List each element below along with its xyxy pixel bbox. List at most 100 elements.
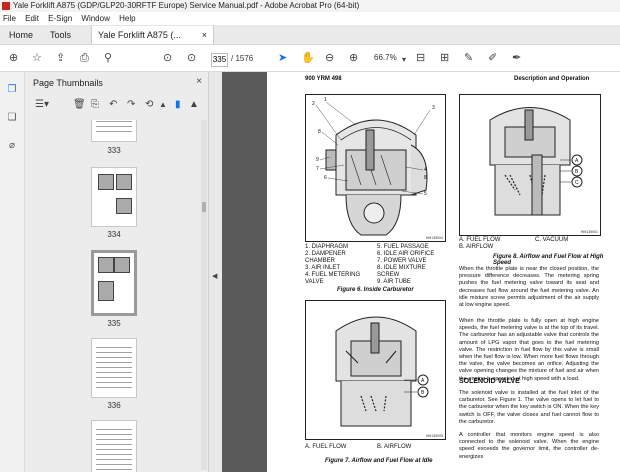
- fit-page-icon[interactable]: ⊟: [416, 51, 425, 65]
- figure-6-carburetor: 2 1 3 8 9 7 6 4 5 8 HM135004: [305, 94, 446, 242]
- page-header-right: Description and Operation: [514, 76, 590, 82]
- bookmarks-icon[interactable]: ❏: [6, 112, 18, 124]
- thumbnail-page-selected[interactable]: [91, 250, 137, 316]
- thumbnail-figure: [116, 198, 132, 214]
- zoom-level[interactable]: 66.7%: [374, 53, 397, 62]
- menu-file[interactable]: File: [3, 14, 16, 23]
- svg-text:7: 7: [316, 166, 319, 172]
- print-icon[interactable]: ⎙: [80, 51, 89, 65]
- menu-window[interactable]: Window: [81, 14, 109, 23]
- legend-item: 4. FUEL METERING: [305, 272, 361, 278]
- legend-item: 5. FUEL PASSAGE: [377, 244, 429, 250]
- thumbnails-panel: Page Thumbnails × ☰▾ 🗑 ⎘ ↶ ↷ ⟲ ▲ ▮ ▲ 333…: [25, 72, 208, 472]
- hand-tool-icon[interactable]: ✋: [301, 51, 315, 65]
- search-icon[interactable]: ⚲: [104, 51, 112, 65]
- svg-text:6: 6: [324, 175, 327, 181]
- share-icon[interactable]: ⇪: [56, 51, 65, 65]
- redo-icon[interactable]: ↷: [127, 98, 135, 112]
- document-view: 900 YRM 498 Description and Operation 2 1…: [222, 72, 620, 472]
- zoom-small-icon[interactable]: ▲: [159, 98, 167, 112]
- legend-item: CHAMBER: [305, 258, 336, 264]
- thumbnail-page[interactable]: [91, 167, 137, 227]
- page-number-input[interactable]: 335: [211, 53, 228, 67]
- figure-6-id: HM135004: [425, 236, 443, 240]
- thumbnail-content: [96, 345, 132, 391]
- comment-icon[interactable]: ✎: [464, 51, 473, 65]
- svg-text:8: 8: [318, 129, 321, 135]
- figure-7-legend-b: B. AIRFLOW: [377, 444, 412, 450]
- legend-item: A. FUEL FLOW: [459, 237, 501, 243]
- paragraph-3: The solenoid valve is installed at the f…: [459, 390, 599, 425]
- thumbnail-scrollbar[interactable]: [201, 120, 207, 470]
- zoom-large-icon[interactable]: ▲: [189, 98, 199, 112]
- page-thumbnails-icon[interactable]: ❐: [6, 84, 18, 96]
- toolbar: ⊕ ☆ ⇪ ⎙ ⚲ ⊙ ⊙ 335 / 1576 ➤ ✋ ⊖ ⊕ 66.7% ▾…: [0, 45, 620, 72]
- bookmark-star-icon[interactable]: ☆: [32, 51, 42, 65]
- legend-item: C. VACUUM: [535, 237, 569, 243]
- panel-splitter[interactable]: ◀: [208, 72, 223, 472]
- thumbnail-figure: [116, 174, 132, 190]
- thumbnail-page[interactable]: [91, 338, 137, 398]
- legend-item: 7. POWER VALVE: [377, 258, 427, 264]
- svg-text:4: 4: [424, 167, 427, 173]
- thumbnail-figure: [98, 281, 114, 301]
- tab-tools[interactable]: Tools: [50, 26, 71, 44]
- panel-close-icon[interactable]: ×: [196, 76, 202, 87]
- scroll-mode-icon[interactable]: ⊞: [440, 51, 449, 65]
- thumbnail-options-icon[interactable]: ☰▾: [35, 98, 49, 112]
- figure-8-legend-left: A. FUEL FLOW B. AIRFLOW: [459, 237, 529, 251]
- figure-6-legend-right: 5. FUEL PASSAGE 6. IDLE AIR ORIFICE 7. P…: [377, 244, 447, 286]
- window-title: Yale Forklift A875 (GDP/GLP20-30RFTF Eur…: [13, 1, 360, 10]
- tab-document[interactable]: Yale Forklift A875 (... ×: [91, 26, 214, 44]
- collapse-panel-icon[interactable]: ◀: [212, 272, 217, 280]
- acrobat-app-icon: [2, 2, 10, 10]
- figure-8-id: HM135001: [580, 230, 598, 234]
- create-icon[interactable]: ⊕: [9, 51, 18, 65]
- scrollbar-thumb[interactable]: [202, 202, 206, 212]
- menu-edit[interactable]: Edit: [25, 14, 39, 23]
- page-header-left: 900 YRM 498: [305, 76, 342, 82]
- figure-7-caption: Figure 7. Airflow and Fuel Flow at Idle: [325, 458, 433, 464]
- panel-title: Page Thumbnails: [33, 78, 103, 88]
- undo-icon[interactable]: ↶: [109, 98, 117, 112]
- figure-8-legend-right: C. VACUUM: [535, 237, 595, 244]
- zoom-out-icon[interactable]: ⊖: [325, 51, 334, 65]
- figure-7-id: HM135005: [425, 434, 443, 438]
- thumbnail-figure: [98, 174, 114, 190]
- figure-7-legend-a: A. FUEL FLOW: [305, 444, 347, 450]
- menu-esign[interactable]: E-Sign: [48, 14, 72, 23]
- delete-page-icon[interactable]: 🗑: [73, 98, 86, 112]
- previous-page-icon[interactable]: ⊙: [163, 51, 172, 65]
- thumbnail-page[interactable]: [91, 120, 137, 142]
- tab-bar: Home Tools Yale Forklift A875 (... ×: [0, 26, 620, 45]
- zoom-slider-icon[interactable]: ▮: [175, 98, 181, 112]
- sign-icon[interactable]: ✒: [512, 51, 521, 65]
- rotate-icon[interactable]: ⟲: [145, 98, 153, 112]
- tab-document-label: Yale Forklift A875 (...: [98, 30, 181, 40]
- highlight-icon[interactable]: ✐: [488, 51, 497, 65]
- pdf-page: 900 YRM 498 Description and Operation 2 1…: [267, 72, 620, 472]
- next-page-icon[interactable]: ⊙: [187, 51, 196, 65]
- paragraph-1: When the throttle plate is near the clos…: [459, 266, 599, 309]
- zoom-in-icon[interactable]: ⊕: [349, 51, 358, 65]
- high-speed-flow-drawing: A B C: [460, 95, 600, 235]
- thumbnail-figure: [98, 257, 114, 273]
- attachments-icon[interactable]: ⌀: [6, 140, 18, 152]
- page-total: / 1576: [231, 54, 254, 63]
- thumbnail-content: [96, 120, 132, 135]
- left-rail: ❐ ❏ ⌀: [0, 72, 25, 472]
- title-bar: Yale Forklift A875 (GDP/GLP20-30RFTF Eur…: [0, 0, 620, 12]
- thumbnail-page[interactable]: [91, 420, 137, 472]
- thumbnail-content: [96, 427, 132, 472]
- menu-help[interactable]: Help: [119, 14, 135, 23]
- idle-flow-drawing: A B: [306, 301, 445, 439]
- thumbnail-label: 335: [107, 319, 121, 328]
- zoom-dropdown-icon[interactable]: ▾: [402, 53, 406, 67]
- close-tab-icon[interactable]: ×: [202, 26, 207, 44]
- select-pointer-icon[interactable]: ➤: [278, 51, 287, 65]
- legend-item: B. AIRFLOW: [459, 244, 494, 250]
- legend-item: 1. DIAPHRAGM: [305, 244, 349, 250]
- svg-text:1: 1: [324, 97, 327, 103]
- tab-home[interactable]: Home: [9, 26, 33, 44]
- insert-page-icon[interactable]: ⎘: [91, 98, 99, 112]
